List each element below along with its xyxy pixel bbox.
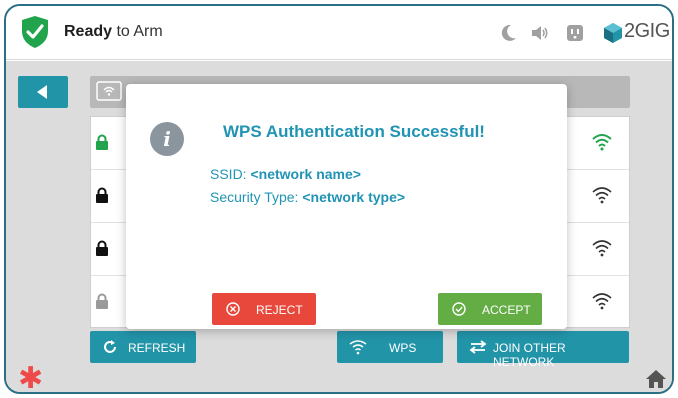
refresh-label: REFRESH	[128, 341, 186, 355]
security-label: Security Type:	[210, 189, 303, 205]
lock-icon	[96, 293, 108, 309]
brand-name: 2GIG	[624, 20, 670, 42]
reject-label: REJECT	[256, 303, 303, 317]
reject-button[interactable]: REJECT	[212, 293, 316, 325]
status-bold: Ready	[64, 23, 113, 40]
outlet-icon[interactable]	[565, 23, 585, 43]
ssid-value: <network name>	[250, 166, 361, 182]
home-icon[interactable]	[645, 369, 667, 389]
accept-check-icon	[452, 302, 466, 316]
lock-icon	[96, 240, 108, 256]
wifi-signal-icon	[592, 293, 612, 310]
back-button[interactable]	[18, 76, 68, 108]
join-label: JOIN OTHER NETWORK	[493, 341, 566, 369]
ssid-line: SSID: <network name>	[210, 166, 361, 182]
refresh-button[interactable]: REFRESH	[90, 331, 196, 363]
wifi-signal-icon	[592, 240, 612, 257]
wps-success-dialog: i WPS Authentication Successful! SSID: <…	[126, 84, 567, 329]
wifi-icon	[349, 340, 367, 355]
wps-label: WPS	[389, 341, 417, 355]
status-header: Ready to Arm 2GIG	[6, 6, 672, 60]
back-arrow-icon	[37, 85, 47, 99]
accept-button[interactable]: ACCEPT	[438, 293, 542, 325]
bottom-bar: ✱	[6, 362, 672, 392]
lock-icon	[96, 134, 108, 150]
status-rest: to Arm	[112, 23, 163, 40]
lock-icon	[96, 187, 108, 203]
screen-frame: Ready to Arm 2GIG REFRESH WPS JOIN OTHER…	[4, 4, 674, 394]
join-other-network-button[interactable]: JOIN OTHER NETWORK	[457, 331, 629, 369]
shield-check-icon[interactable]	[20, 15, 50, 49]
speaker-icon[interactable]	[530, 23, 550, 43]
accept-label: ACCEPT	[482, 303, 531, 317]
dialog-title: WPS Authentication Successful!	[223, 122, 485, 141]
reject-x-icon	[226, 302, 240, 316]
refresh-icon	[104, 340, 116, 353]
asterisk-icon[interactable]: ✱	[18, 361, 43, 392]
wifi-signal-icon	[592, 134, 612, 151]
brand-logo-icon	[604, 23, 622, 43]
swap-arrows-icon	[469, 340, 487, 354]
moon-icon[interactable]	[499, 23, 519, 43]
wifi-signal-icon	[592, 187, 612, 204]
ssid-label: SSID:	[210, 166, 251, 182]
security-value: <network type>	[302, 189, 406, 205]
network-toolbar: REFRESH WPS JOIN OTHER NETWORK	[6, 331, 672, 369]
wifi-router-icon	[96, 81, 122, 101]
security-line: Security Type: <network type>	[210, 189, 405, 205]
wps-button[interactable]: WPS	[337, 331, 443, 363]
arming-status[interactable]: Ready to Arm	[64, 23, 163, 41]
